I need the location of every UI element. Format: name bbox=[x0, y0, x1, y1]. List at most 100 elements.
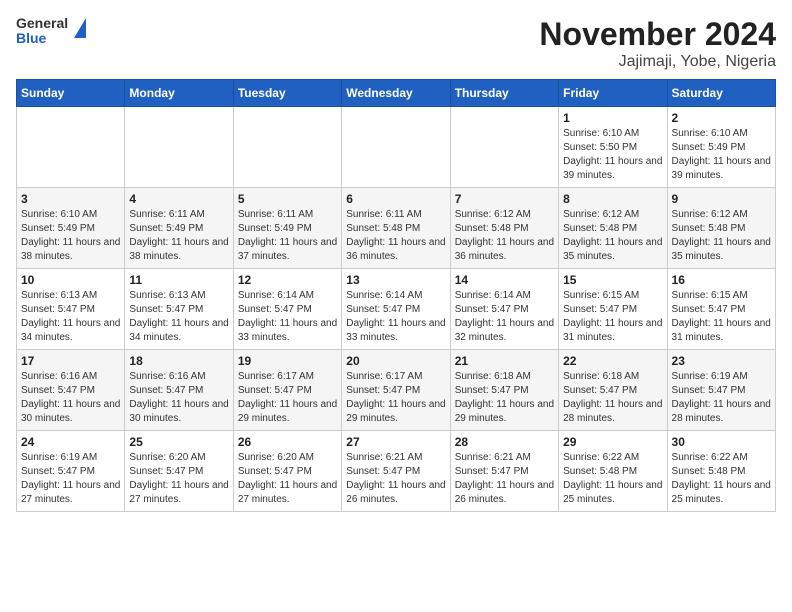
day-number: 15 bbox=[563, 273, 662, 287]
day-info: Sunrise: 6:17 AM Sunset: 5:47 PM Dayligh… bbox=[346, 370, 445, 426]
day-info: Sunrise: 6:20 AM Sunset: 5:47 PM Dayligh… bbox=[238, 451, 337, 507]
day-info: Sunrise: 6:11 AM Sunset: 5:49 PM Dayligh… bbox=[129, 208, 228, 264]
day-number: 6 bbox=[346, 192, 445, 206]
calendar-cell: 25 Sunrise: 6:20 AM Sunset: 5:47 PM Dayli… bbox=[125, 431, 233, 512]
calendar-cell: 4Sunrise: 6:11 AM Sunset: 5:49 PM Daylig… bbox=[125, 188, 233, 269]
day-number: 30 bbox=[672, 435, 771, 449]
day-info: Sunrise: 6:15 AM Sunset: 5:47 PM Dayligh… bbox=[563, 289, 662, 345]
calendar-header-saturday: Saturday bbox=[667, 80, 775, 107]
day-number: 21 bbox=[455, 354, 554, 368]
day-info: Sunrise: 6:20 AM Sunset: 5:47 PM Dayligh… bbox=[129, 451, 228, 507]
calendar-header-wednesday: Wednesday bbox=[342, 80, 450, 107]
calendar-cell: 9Sunrise: 6:12 AM Sunset: 5:48 PM Daylig… bbox=[667, 188, 775, 269]
calendar-cell: 18 Sunrise: 6:16 AM Sunset: 5:47 PM Dayli… bbox=[125, 350, 233, 431]
day-number: 28 bbox=[455, 435, 554, 449]
calendar-cell: 26 Sunrise: 6:20 AM Sunset: 5:47 PM Dayli… bbox=[233, 431, 341, 512]
logo-blue: Blue bbox=[16, 31, 68, 46]
day-number: 16 bbox=[672, 273, 771, 287]
calendar-cell bbox=[233, 107, 341, 188]
page-subtitle: Jajimaji, Yobe, Nigeria bbox=[539, 53, 776, 71]
day-info: Sunrise: 6:11 AM Sunset: 5:48 PM Dayligh… bbox=[346, 208, 445, 264]
day-number: 2 bbox=[672, 111, 771, 125]
logo-text: General Blue bbox=[16, 16, 68, 47]
calendar-cell: 2 Sunrise: 6:10 AM Sunset: 5:49 PM Daylig… bbox=[667, 107, 775, 188]
calendar-cell: 17 Sunrise: 6:16 AM Sunset: 5:47 PM Dayli… bbox=[17, 350, 125, 431]
day-number: 17 bbox=[21, 354, 120, 368]
calendar-cell: 22Sunrise: 6:18 AM Sunset: 5:47 PM Dayli… bbox=[559, 350, 667, 431]
day-number: 23 bbox=[672, 354, 771, 368]
calendar-cell: 8 Sunrise: 6:12 AM Sunset: 5:48 PM Daylig… bbox=[559, 188, 667, 269]
calendar-week-row: 17 Sunrise: 6:16 AM Sunset: 5:47 PM Dayli… bbox=[17, 350, 776, 431]
day-info: Sunrise: 6:17 AM Sunset: 5:47 PM Dayligh… bbox=[238, 370, 337, 426]
calendar-cell: 3Sunrise: 6:10 AM Sunset: 5:49 PM Daylig… bbox=[17, 188, 125, 269]
day-number: 27 bbox=[346, 435, 445, 449]
day-number: 24 bbox=[21, 435, 120, 449]
day-info: Sunrise: 6:10 AM Sunset: 5:49 PM Dayligh… bbox=[21, 208, 120, 264]
day-number: 18 bbox=[129, 354, 228, 368]
day-info: Sunrise: 6:12 AM Sunset: 5:48 PM Dayligh… bbox=[563, 208, 662, 264]
day-number: 11 bbox=[129, 273, 228, 287]
calendar-week-row: 3Sunrise: 6:10 AM Sunset: 5:49 PM Daylig… bbox=[17, 188, 776, 269]
day-number: 5 bbox=[238, 192, 337, 206]
calendar-cell: 14 Sunrise: 6:14 AM Sunset: 5:47 PM Dayli… bbox=[450, 269, 558, 350]
day-info: Sunrise: 6:12 AM Sunset: 5:48 PM Dayligh… bbox=[455, 208, 554, 264]
day-number: 14 bbox=[455, 273, 554, 287]
calendar-cell: 19 Sunrise: 6:17 AM Sunset: 5:47 PM Dayli… bbox=[233, 350, 341, 431]
calendar-cell bbox=[125, 107, 233, 188]
day-number: 1 bbox=[563, 111, 662, 125]
day-number: 26 bbox=[238, 435, 337, 449]
calendar-header-tuesday: Tuesday bbox=[233, 80, 341, 107]
day-info: Sunrise: 6:14 AM Sunset: 5:47 PM Dayligh… bbox=[238, 289, 337, 345]
calendar-header-friday: Friday bbox=[559, 80, 667, 107]
calendar-cell: 7Sunrise: 6:12 AM Sunset: 5:48 PM Daylig… bbox=[450, 188, 558, 269]
day-number: 13 bbox=[346, 273, 445, 287]
calendar-cell: 28 Sunrise: 6:21 AM Sunset: 5:47 PM Dayli… bbox=[450, 431, 558, 512]
day-info: Sunrise: 6:13 AM Sunset: 5:47 PM Dayligh… bbox=[129, 289, 228, 345]
calendar-cell: 15 Sunrise: 6:15 AM Sunset: 5:47 PM Dayli… bbox=[559, 269, 667, 350]
day-info: Sunrise: 6:16 AM Sunset: 5:47 PM Dayligh… bbox=[129, 370, 228, 426]
day-info: Sunrise: 6:16 AM Sunset: 5:47 PM Dayligh… bbox=[21, 370, 120, 426]
day-info: Sunrise: 6:14 AM Sunset: 5:47 PM Dayligh… bbox=[346, 289, 445, 345]
calendar-cell: 5 Sunrise: 6:11 AM Sunset: 5:49 PM Daylig… bbox=[233, 188, 341, 269]
logo: General Blue bbox=[16, 16, 86, 47]
day-number: 22 bbox=[563, 354, 662, 368]
calendar-cell: 29 Sunrise: 6:22 AM Sunset: 5:48 PM Dayli… bbox=[559, 431, 667, 512]
calendar-week-row: 1 Sunrise: 6:10 AM Sunset: 5:50 PM Daylig… bbox=[17, 107, 776, 188]
day-number: 12 bbox=[238, 273, 337, 287]
calendar-cell: 21 Sunrise: 6:18 AM Sunset: 5:47 PM Dayli… bbox=[450, 350, 558, 431]
calendar-header-monday: Monday bbox=[125, 80, 233, 107]
day-info: Sunrise: 6:11 AM Sunset: 5:49 PM Dayligh… bbox=[238, 208, 337, 264]
calendar-cell: 13 Sunrise: 6:14 AM Sunset: 5:47 PM Dayli… bbox=[342, 269, 450, 350]
logo-triangle-icon bbox=[74, 18, 86, 38]
day-info: Sunrise: 6:18 AM Sunset: 5:47 PM Dayligh… bbox=[455, 370, 554, 426]
calendar-cell bbox=[17, 107, 125, 188]
day-info: Sunrise: 6:13 AM Sunset: 5:47 PM Dayligh… bbox=[21, 289, 120, 345]
calendar-cell: 24 Sunrise: 6:19 AM Sunset: 5:47 PM Dayli… bbox=[17, 431, 125, 512]
day-info: Sunrise: 6:10 AM Sunset: 5:50 PM Dayligh… bbox=[563, 127, 662, 183]
calendar-cell: 30 Sunrise: 6:22 AM Sunset: 5:48 PM Dayli… bbox=[667, 431, 775, 512]
day-number: 29 bbox=[563, 435, 662, 449]
calendar-cell bbox=[342, 107, 450, 188]
calendar-cell: 1 Sunrise: 6:10 AM Sunset: 5:50 PM Daylig… bbox=[559, 107, 667, 188]
calendar-cell: 20Sunrise: 6:17 AM Sunset: 5:47 PM Dayli… bbox=[342, 350, 450, 431]
calendar-header-thursday: Thursday bbox=[450, 80, 558, 107]
day-info: Sunrise: 6:15 AM Sunset: 5:47 PM Dayligh… bbox=[672, 289, 771, 345]
day-info: Sunrise: 6:14 AM Sunset: 5:47 PM Dayligh… bbox=[455, 289, 554, 345]
day-number: 19 bbox=[238, 354, 337, 368]
day-info: Sunrise: 6:19 AM Sunset: 5:47 PM Dayligh… bbox=[21, 451, 120, 507]
day-number: 25 bbox=[129, 435, 228, 449]
calendar-cell: 10Sunrise: 6:13 AM Sunset: 5:47 PM Dayli… bbox=[17, 269, 125, 350]
day-info: Sunrise: 6:21 AM Sunset: 5:47 PM Dayligh… bbox=[346, 451, 445, 507]
day-number: 8 bbox=[563, 192, 662, 206]
day-info: Sunrise: 6:10 AM Sunset: 5:49 PM Dayligh… bbox=[672, 127, 771, 183]
day-info: Sunrise: 6:21 AM Sunset: 5:47 PM Dayligh… bbox=[455, 451, 554, 507]
calendar-cell: 11 Sunrise: 6:13 AM Sunset: 5:47 PM Dayli… bbox=[125, 269, 233, 350]
page-title: November 2024 bbox=[539, 16, 776, 53]
day-info: Sunrise: 6:12 AM Sunset: 5:48 PM Dayligh… bbox=[672, 208, 771, 264]
day-info: Sunrise: 6:22 AM Sunset: 5:48 PM Dayligh… bbox=[672, 451, 771, 507]
calendar-cell: 27 Sunrise: 6:21 AM Sunset: 5:47 PM Dayli… bbox=[342, 431, 450, 512]
page-header: General Blue November 2024 Jajimaji, Yob… bbox=[16, 16, 776, 71]
calendar-header-row: SundayMondayTuesdayWednesdayThursdayFrid… bbox=[17, 80, 776, 107]
day-info: Sunrise: 6:22 AM Sunset: 5:48 PM Dayligh… bbox=[563, 451, 662, 507]
calendar-table: SundayMondayTuesdayWednesdayThursdayFrid… bbox=[16, 79, 776, 512]
